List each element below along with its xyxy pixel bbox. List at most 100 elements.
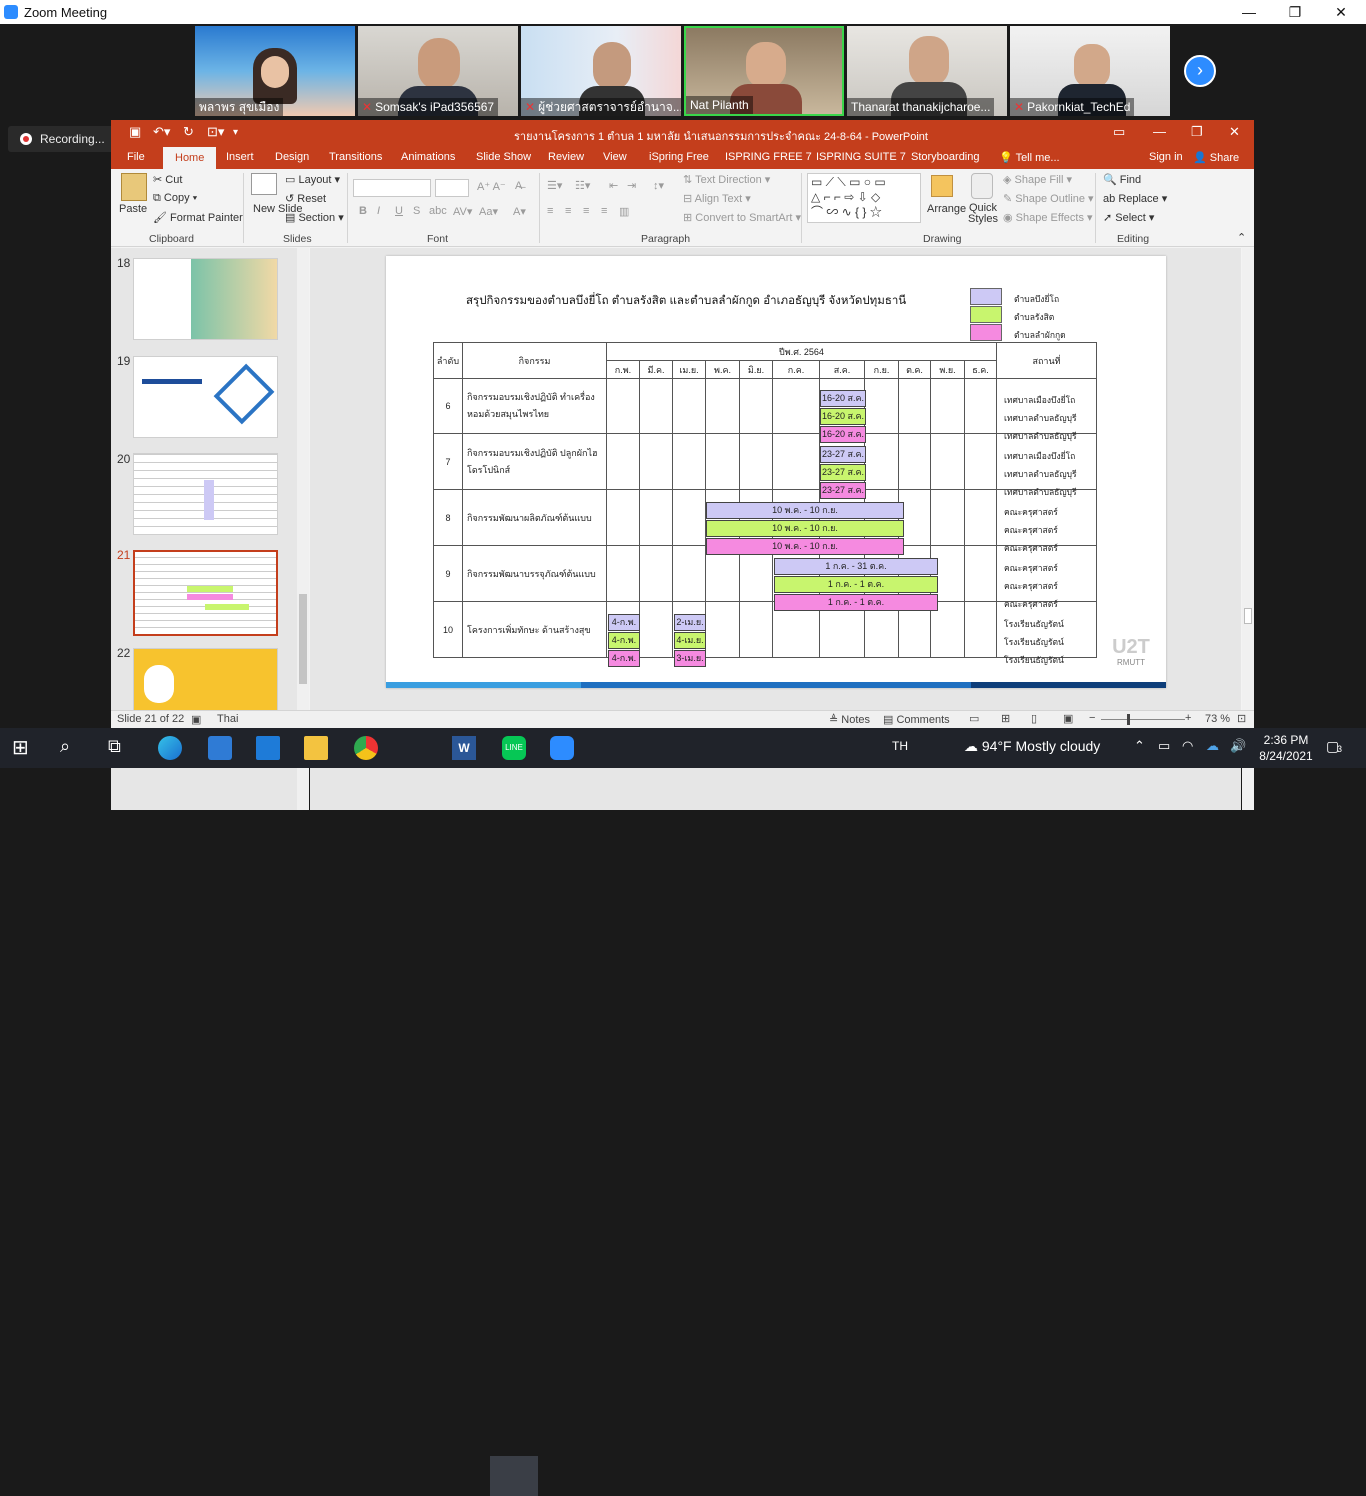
char-spacing-icon[interactable]: AV▾ (453, 205, 472, 218)
increase-indent-icon[interactable]: ⇥ (627, 179, 636, 192)
align-text-button[interactable]: ⊟ Align Text ▾ (683, 192, 751, 205)
font-color-icon[interactable]: A▾ (513, 205, 526, 218)
new-slide-icon[interactable] (251, 173, 277, 195)
format-painter-button[interactable]: 🖌 Format Painter (153, 211, 243, 224)
layout-button[interactable]: ▭ Layout ▾ (285, 173, 340, 186)
clock[interactable]: 2:36 PM 8/24/2021 (1258, 732, 1314, 764)
shapes-gallery[interactable]: ▭ ⟋ ⟍ ▭ ○ ▭ △ ⌐ ⌐ ⇨ ⇩ ◇ ⌒ ∽ ∿ { } ☆ (807, 173, 921, 223)
zoom-icon[interactable] (550, 736, 574, 760)
weather-widget[interactable]: ☁ 94°F Mostly cloudy (964, 738, 1100, 755)
copy-button[interactable]: ⧉ Copy ▾ (153, 192, 197, 205)
line-icon[interactable]: LINE (502, 736, 526, 760)
ppt-restore-icon[interactable]: ❐ (1191, 124, 1203, 140)
redo-icon[interactable]: ↻ (183, 124, 194, 140)
arrange-button[interactable]: Arrange (927, 203, 966, 215)
present-icon[interactable]: ⊡▾ (207, 124, 224, 140)
columns-icon[interactable]: ▥ (619, 205, 629, 218)
store-icon[interactable] (208, 736, 232, 760)
participant-video[interactable]: Thanarat thanakijcharoe... (847, 26, 1007, 116)
participant-video-active[interactable]: Nat Pilanth (684, 26, 844, 116)
undo-icon[interactable]: ↶▾ (153, 124, 170, 140)
tab-view[interactable]: View (603, 151, 627, 163)
slide-thumbnail-18[interactable] (133, 258, 278, 340)
language-indicator[interactable]: TH (892, 739, 908, 753)
paste-button[interactable]: Paste (119, 203, 147, 215)
replace-button[interactable]: ab Replace ▾ (1103, 192, 1167, 205)
shape-outline-button[interactable]: ✎ Shape Outline ▾ (1003, 192, 1094, 205)
tab-file[interactable]: File (127, 151, 145, 163)
tab-design[interactable]: Design (275, 151, 309, 163)
language-indicator[interactable]: Thai (217, 713, 238, 725)
align-left-icon[interactable]: ≡ (547, 205, 553, 217)
numbering-icon[interactable]: ☷▾ (575, 179, 590, 192)
slideshow-icon[interactable]: ▣ (1063, 712, 1073, 725)
onedrive-icon[interactable]: ☁ (1206, 738, 1219, 754)
ppt-minimize-icon[interactable]: — (1153, 124, 1166, 139)
line-spacing-icon[interactable]: ↕▾ (653, 179, 664, 192)
select-button[interactable]: ➚ Select ▾ (1103, 211, 1154, 224)
recording-indicator[interactable]: Recording... (8, 126, 120, 152)
decrease-indent-icon[interactable]: ⇤ (609, 179, 618, 192)
edge-icon[interactable] (158, 736, 182, 760)
tab-ispring-suite-7[interactable]: ISPRING SUITE 7 (816, 151, 906, 163)
save-icon[interactable]: ▣ (129, 124, 141, 140)
strikethrough-icon[interactable]: abc (429, 205, 447, 217)
battery-icon[interactable]: ▭ (1158, 738, 1170, 754)
file-explorer-icon[interactable] (304, 736, 328, 760)
show-hidden-icons[interactable]: ⌃ (1134, 738, 1145, 754)
volume-icon[interactable]: 🔊 (1230, 738, 1246, 754)
line-app-button[interactable] (490, 1456, 538, 1496)
convert-smartart-button[interactable]: ⊞ Convert to SmartArt ▾ (683, 211, 801, 224)
section-button[interactable]: ▤ Section ▾ (285, 211, 344, 224)
ppt-close-icon[interactable]: ✕ (1229, 124, 1240, 140)
bullets-icon[interactable]: ☰▾ (547, 179, 562, 192)
search-icon[interactable]: ⌕ (60, 736, 84, 760)
comments-button[interactable]: ▤ Comments (883, 713, 950, 726)
word-icon[interactable]: W (452, 736, 476, 760)
tab-ispring-free-7[interactable]: ISPRING FREE 7 (725, 151, 812, 163)
chrome-icon[interactable] (354, 736, 378, 760)
share-button[interactable]: 👤 Share (1193, 151, 1239, 164)
participant-video[interactable]: พลาพร สุขเมือง (195, 26, 355, 116)
spelling-icon[interactable]: ▣ (191, 713, 201, 726)
normal-view-icon[interactable]: ▭ (969, 712, 979, 725)
underline-icon[interactable]: U (395, 205, 403, 217)
tab-home[interactable]: Home (163, 147, 217, 169)
quick-styles-icon[interactable] (971, 173, 993, 199)
shape-fill-button[interactable]: ◈ Shape Fill ▾ (1003, 173, 1072, 186)
find-button[interactable]: 🔍 Find (1103, 173, 1141, 186)
zoom-in-icon[interactable]: + (1185, 712, 1191, 724)
cut-button[interactable]: ✂ Cut (153, 173, 182, 186)
shadow-icon[interactable]: S (413, 205, 420, 217)
wifi-icon[interactable]: ◠ (1182, 738, 1193, 754)
align-right-icon[interactable]: ≡ (583, 205, 589, 217)
reset-button[interactable]: ↺ Reset (285, 192, 326, 205)
zoom-slider[interactable] (1101, 719, 1185, 720)
participant-video[interactable]: ✕ Somsak's iPad356567 (358, 26, 518, 116)
current-slide[interactable]: สรุปกิจกรรมของตำบลบึงยี่โถ ตำบลรังสิต แล… (386, 256, 1166, 688)
align-center-icon[interactable]: ≡ (565, 205, 571, 217)
sign-in-link[interactable]: Sign in (1149, 151, 1183, 163)
zoom-out-icon[interactable]: − (1089, 712, 1095, 724)
customize-icon[interactable]: ▾ (233, 127, 238, 138)
tab-transitions[interactable]: Transitions (329, 151, 382, 163)
next-page-icon[interactable]: › (1184, 55, 1216, 87)
shape-effects-button[interactable]: ◉ Shape Effects ▾ (1003, 211, 1093, 224)
maximize-icon[interactable]: ❐ (1272, 0, 1318, 24)
zoom-level[interactable]: 73 % (1205, 713, 1230, 725)
tab-animations[interactable]: Animations (401, 151, 455, 163)
change-case-icon[interactable]: Aa▾ (479, 205, 498, 218)
ribbon-options-icon[interactable]: ▭ (1113, 124, 1125, 140)
slide-sorter-icon[interactable]: ⊞ (1001, 712, 1010, 725)
windows-start-icon[interactable]: ⊞ (12, 736, 36, 760)
close-icon[interactable]: ✕ (1318, 0, 1364, 24)
font-grow-icon[interactable]: A⁺ A⁻ (477, 180, 506, 193)
justify-icon[interactable]: ≡ (601, 205, 607, 217)
paste-icon[interactable] (121, 173, 147, 201)
tab-insert[interactable]: Insert (226, 151, 254, 163)
tab-review[interactable]: Review (548, 151, 584, 163)
mail-icon[interactable] (256, 736, 280, 760)
tab-ispring-free[interactable]: iSpring Free (649, 151, 709, 163)
quick-styles-button[interactable]: Quick Styles (967, 203, 999, 225)
fit-slide-icon[interactable]: ⊡ (1237, 712, 1246, 725)
